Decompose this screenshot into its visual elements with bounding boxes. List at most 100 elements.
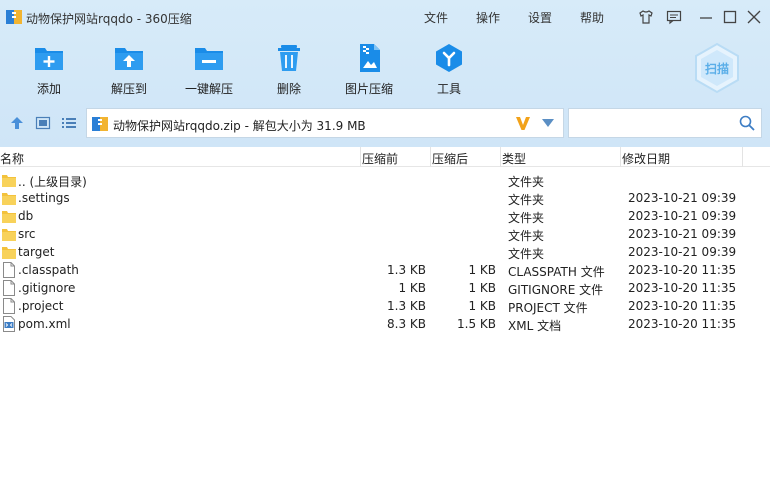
tools-button[interactable]: 工具 [419, 40, 479, 100]
item-type: XML 文档 [508, 319, 562, 333]
close-icon[interactable] [746, 9, 762, 25]
delete-icon [278, 45, 300, 71]
search-box[interactable] [568, 108, 762, 138]
item-compressed-size: 1 KB [468, 299, 496, 313]
list-item[interactable]: .project 1.3 KB 1 KB PROJECT 文件 2023-10-… [0, 297, 770, 315]
extract-to-label: 解压到 [110, 82, 147, 96]
zip-file-icon [92, 117, 108, 131]
title-bar: 动物保护网站rqqdo - 360压缩 文件 操作 设置 帮助 [0, 0, 770, 34]
one-click-extract-button[interactable]: 一键解压 [179, 40, 239, 100]
folder-icon [2, 229, 16, 241]
item-size: 1.3 KB [387, 263, 426, 277]
item-size: 1.3 KB [387, 299, 426, 313]
window-title: 动物保护网站rqqdo - 360压缩 [26, 12, 192, 26]
list-header: 名称 压缩前 压缩后 类型 修改日期 [0, 147, 770, 167]
search-icon[interactable] [739, 115, 755, 131]
menu-settings[interactable]: 设置 [528, 9, 552, 26]
menu-operation[interactable]: 操作 [476, 9, 500, 26]
column-divider[interactable] [360, 147, 361, 167]
item-date: 2023-10-20 11:35 [628, 263, 737, 277]
list-item[interactable]: pom.xml 8.3 KB 1.5 KB XML 文档 2023-10-20 … [0, 315, 770, 333]
item-name: pom.xml [18, 317, 71, 331]
tools-icon [436, 44, 462, 72]
column-name[interactable]: 名称 [0, 150, 24, 167]
chevron-down-icon[interactable] [542, 119, 554, 127]
minimize-icon[interactable] [698, 9, 714, 25]
folder-icon [2, 211, 16, 223]
list-item[interactable]: src 文件夹 2023-10-21 09:39 [0, 225, 770, 243]
item-compressed-size: 1 KB [468, 281, 496, 295]
item-name: .. (上级目录) [18, 175, 87, 189]
item-type: 文件夹 [508, 247, 545, 261]
menu-file[interactable]: 文件 [424, 9, 448, 26]
item-type: 文件夹 [508, 229, 545, 243]
item-type: PROJECT 文件 [508, 301, 588, 315]
item-type: CLASSPATH 文件 [508, 265, 605, 279]
column-divider [742, 147, 743, 167]
up-arrow-icon[interactable] [9, 115, 25, 131]
image-compress-label: 图片压缩 [344, 82, 393, 96]
list-item[interactable]: .classpath 1.3 KB 1 KB CLASSPATH 文件 2023… [0, 261, 770, 279]
app-logo-icon [6, 10, 22, 24]
extract-to-button[interactable]: 解压到 [99, 40, 159, 100]
item-compressed-size: 1.5 KB [457, 317, 496, 331]
item-date: 2023-10-20 11:35 [628, 317, 737, 331]
list-item[interactable]: .gitignore 1 KB 1 KB GITIGNORE 文件 2023-1… [0, 279, 770, 297]
tools-label: 工具 [436, 82, 461, 96]
item-compressed-size: 1 KB [468, 263, 496, 277]
item-name: .settings [18, 191, 70, 205]
column-date[interactable]: 修改日期 [622, 150, 670, 167]
folder-icon [2, 175, 16, 187]
archive-path: 动物保护网站rqqdo.zip - 解包大小为 31.9 MB [113, 119, 366, 133]
extract-to-icon [115, 48, 143, 70]
one-click-extract-icon [195, 48, 223, 70]
image-compress-icon [360, 44, 380, 72]
item-name: .classpath [18, 263, 79, 277]
add-label: 添加 [36, 82, 61, 96]
column-divider[interactable] [500, 147, 501, 167]
item-size: 1 KB [398, 281, 426, 295]
search-input[interactable] [573, 114, 733, 132]
item-date: 2023-10-20 11:35 [628, 299, 737, 313]
item-date: 2023-10-21 09:39 [628, 227, 737, 241]
item-name: .gitignore [18, 281, 76, 295]
item-name: src [18, 227, 36, 241]
file-icon [3, 298, 15, 314]
skin-icon[interactable] [638, 9, 654, 25]
column-type[interactable]: 类型 [502, 150, 526, 167]
item-name: db [18, 209, 34, 223]
folder-icon [2, 247, 16, 259]
file-list: .. (上级目录) 文件夹 .settings 文件夹 2023-10-21 0… [0, 171, 770, 333]
address-bar[interactable]: 动物保护网站rqqdo.zip - 解包大小为 31.9 MB [86, 108, 564, 138]
list-item[interactable]: target 文件夹 2023-10-21 09:39 [0, 243, 770, 261]
file-icon [3, 262, 15, 278]
item-date: 2023-10-21 09:39 [628, 191, 737, 205]
add-button[interactable]: 添加 [19, 40, 79, 100]
list-item-parent[interactable]: .. (上级目录) 文件夹 [0, 171, 770, 189]
item-type: GITIGNORE 文件 [508, 283, 604, 297]
one-click-extract-label: 一键解压 [184, 82, 233, 96]
item-name: target [18, 245, 55, 259]
list-item[interactable]: db 文件夹 2023-10-21 09:39 [0, 207, 770, 225]
item-name: .project [18, 299, 64, 313]
column-size[interactable]: 压缩前 [362, 150, 398, 167]
list-item[interactable]: .settings 文件夹 2023-10-21 09:39 [0, 189, 770, 207]
scan-label: 扫描 [705, 61, 729, 76]
v-logo-icon[interactable] [515, 115, 531, 131]
item-type: 文件夹 [508, 211, 545, 225]
column-divider[interactable] [620, 147, 621, 167]
top-panel: 动物保护网站rqqdo - 360压缩 文件 操作 设置 帮助 添加 解压到 一… [0, 0, 770, 147]
item-size: 8.3 KB [387, 317, 426, 331]
thumbnail-view-icon[interactable] [35, 115, 51, 131]
item-type: 文件夹 [508, 175, 545, 189]
column-compressed-size[interactable]: 压缩后 [432, 150, 468, 167]
image-compress-button[interactable]: 图片压缩 [339, 40, 399, 100]
scan-button[interactable]: 扫描 [693, 42, 741, 94]
folder-icon [2, 193, 16, 205]
list-view-icon[interactable] [61, 115, 77, 131]
menu-help[interactable]: 帮助 [580, 9, 604, 26]
maximize-icon[interactable] [722, 9, 738, 25]
feedback-icon[interactable] [666, 9, 682, 25]
delete-button[interactable]: 删除 [259, 40, 319, 100]
column-divider[interactable] [430, 147, 431, 167]
